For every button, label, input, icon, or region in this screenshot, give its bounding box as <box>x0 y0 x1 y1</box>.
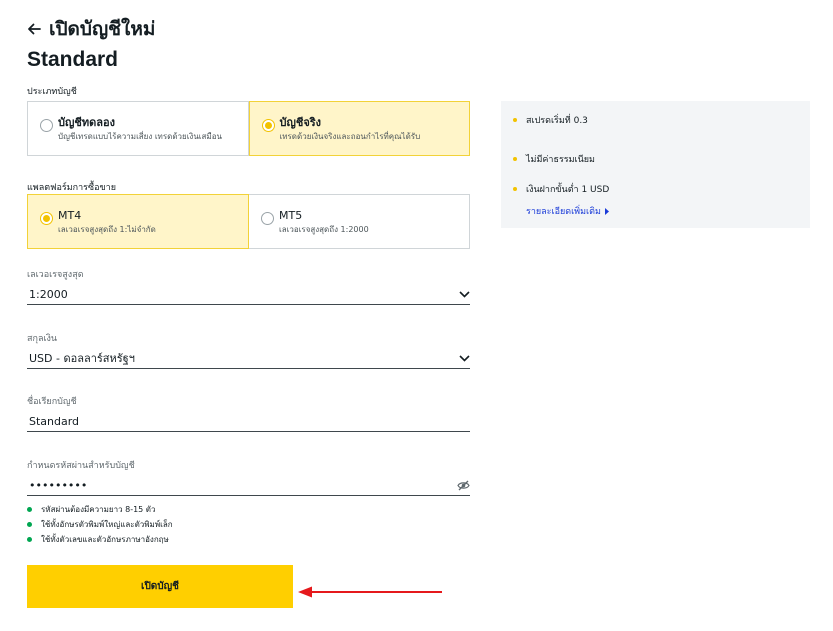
option-title: MT4 <box>58 209 82 222</box>
password-rule-text: ใช้ทั้งอักษรตัวพิมพ์ใหญ่และตัวพิมพ์เล็ก <box>41 520 173 529</box>
currency-field: สกุลเงิน USD - ดอลลาร์สหรัฐฯ <box>27 334 470 369</box>
bullet-icon <box>513 187 517 191</box>
currency-value: USD - ดอลลาร์สหรัฐฯ <box>29 352 135 365</box>
password-field: กำหนดรหัสผ่านสำหรับบัญชี ••••••••• <box>27 461 470 496</box>
option-description: เทรดด้วยเงินจริงและถอนกำไรที่คุณได้รับ <box>279 132 421 141</box>
more-details-link[interactable]: รายละเอียดเพิ่มเติม <box>526 204 796 218</box>
option-description: บัญชีเทรดแบบไร้ความเสี่ยง เทรดด้วยเงินเส… <box>58 132 222 141</box>
leverage-value: 1:2000 <box>29 287 68 301</box>
page-title: เปิดบัญชีใหม่ <box>49 18 156 40</box>
nickname-value: Standard <box>29 414 80 428</box>
option-title: บัญชีทดลอง <box>58 116 115 129</box>
password-label: กำหนดรหัสผ่านสำหรับบัญชี <box>27 461 135 471</box>
info-item-text: สเปรดเริ่มที่ 0.3 <box>526 115 588 126</box>
arrow-left-icon[interactable] <box>27 22 41 36</box>
radio-checked-icon[interactable] <box>40 212 53 225</box>
page-header: เปิดบัญชีใหม่ <box>27 14 155 44</box>
radio-checked-icon[interactable] <box>261 119 275 132</box>
currency-select[interactable]: USD - ดอลลาร์สหรัฐฯ <box>27 348 470 369</box>
info-item-text: เงินฝากขั้นต่ำ 1 USD <box>526 185 610 195</box>
account-type-selector: บัญชีทดลอง บัญชีเทรดแบบไร้ความเสี่ยง เทร… <box>27 101 470 156</box>
more-details-label: รายละเอียดเพิ่มเติม <box>526 207 601 217</box>
password-rule: ใช้ทั้งตัวเลขและตัวอักษรภาษาอังกฤษ <box>27 532 173 547</box>
chevron-down-icon[interactable] <box>459 290 470 298</box>
leverage-select[interactable]: 1:2000 <box>27 284 470 305</box>
open-account-button[interactable]: เปิดบัญชี <box>27 565 293 608</box>
account-type-label: ประเภทบัญชี <box>27 87 77 97</box>
caret-right-icon <box>604 207 609 215</box>
option-title: MT5 <box>279 209 303 222</box>
account-name-heading: Standard <box>27 48 119 71</box>
nickname-field: ชื่อเรียกบัญชี Standard <box>27 397 470 432</box>
eye-off-icon[interactable] <box>457 480 470 491</box>
account-type-demo-option[interactable]: บัญชีทดลอง บัญชีเทรดแบบไร้ความเสี่ยง เทร… <box>27 101 249 156</box>
password-rule: ใช้ทั้งอักษรตัวพิมพ์ใหญ่และตัวพิมพ์เล็ก <box>27 517 173 532</box>
password-rule-text: ใช้ทั้งตัวเลขและตัวอักษรภาษาอังกฤษ <box>41 535 169 544</box>
password-rule: รหัสผ่านต้องมีความยาว 8-15 ตัว <box>27 502 173 517</box>
bullet-icon <box>513 157 517 161</box>
password-value: ••••••••• <box>29 478 88 492</box>
bullet-icon <box>513 117 517 122</box>
radio-unchecked-icon[interactable] <box>261 212 274 225</box>
radio-unchecked-icon[interactable] <box>40 119 53 132</box>
password-input[interactable]: ••••••••• <box>27 475 470 496</box>
info-item: เงินฝากขั้นต่ำ 1 USD <box>513 174 796 204</box>
info-item-text: ไม่มีค่าธรรมเนียม <box>526 155 595 165</box>
option-title: บัญชีจริง <box>279 116 322 129</box>
option-description: เลเวอเรจสูงสุดถึง 1:ไม่จำกัด <box>58 225 156 234</box>
nickname-input[interactable]: Standard <box>27 411 470 432</box>
platform-label: แพลตฟอร์มการซื้อขาย <box>27 183 116 193</box>
check-dot-icon <box>27 537 32 542</box>
chevron-down-icon[interactable] <box>459 354 470 362</box>
account-type-real-option[interactable]: บัญชีจริง เทรดด้วยเงินจริงและถอนกำไรที่ค… <box>248 101 470 156</box>
nickname-label: ชื่อเรียกบัญชี <box>27 397 77 407</box>
info-item: ไม่มีค่าธรรมเนียม <box>513 144 796 174</box>
check-dot-icon <box>27 522 32 527</box>
platform-selector: MT4 เลเวอเรจสูงสุดถึง 1:ไม่จำกัด MT5 เลเ… <box>27 194 470 249</box>
option-description: เลเวอเรจสูงสุดถึง 1:2000 <box>279 225 369 234</box>
red-arrow-annotation-icon <box>298 586 442 598</box>
password-rules: รหัสผ่านต้องมีความยาว 8-15 ตัว ใช้ทั้งอั… <box>27 502 173 547</box>
currency-label: สกุลเงิน <box>27 334 58 344</box>
check-dot-icon <box>27 507 32 512</box>
info-item: สเปรดเริ่มที่ 0.3 <box>513 114 796 126</box>
platform-mt4-option[interactable]: MT4 เลเวอเรจสูงสุดถึง 1:ไม่จำกัด <box>27 194 249 249</box>
platform-mt5-option[interactable]: MT5 เลเวอเรจสูงสุดถึง 1:2000 <box>249 194 470 249</box>
password-rule-text: รหัสผ่านต้องมีความยาว 8-15 ตัว <box>41 505 156 514</box>
leverage-label: เลเวอเรจสูงสุด <box>27 270 84 280</box>
leverage-field: เลเวอเรจสูงสุด 1:2000 <box>27 270 470 305</box>
account-info-panel: สเปรดเริ่มที่ 0.3 ไม่มีค่าธรรมเนียม เงิน… <box>501 101 810 228</box>
